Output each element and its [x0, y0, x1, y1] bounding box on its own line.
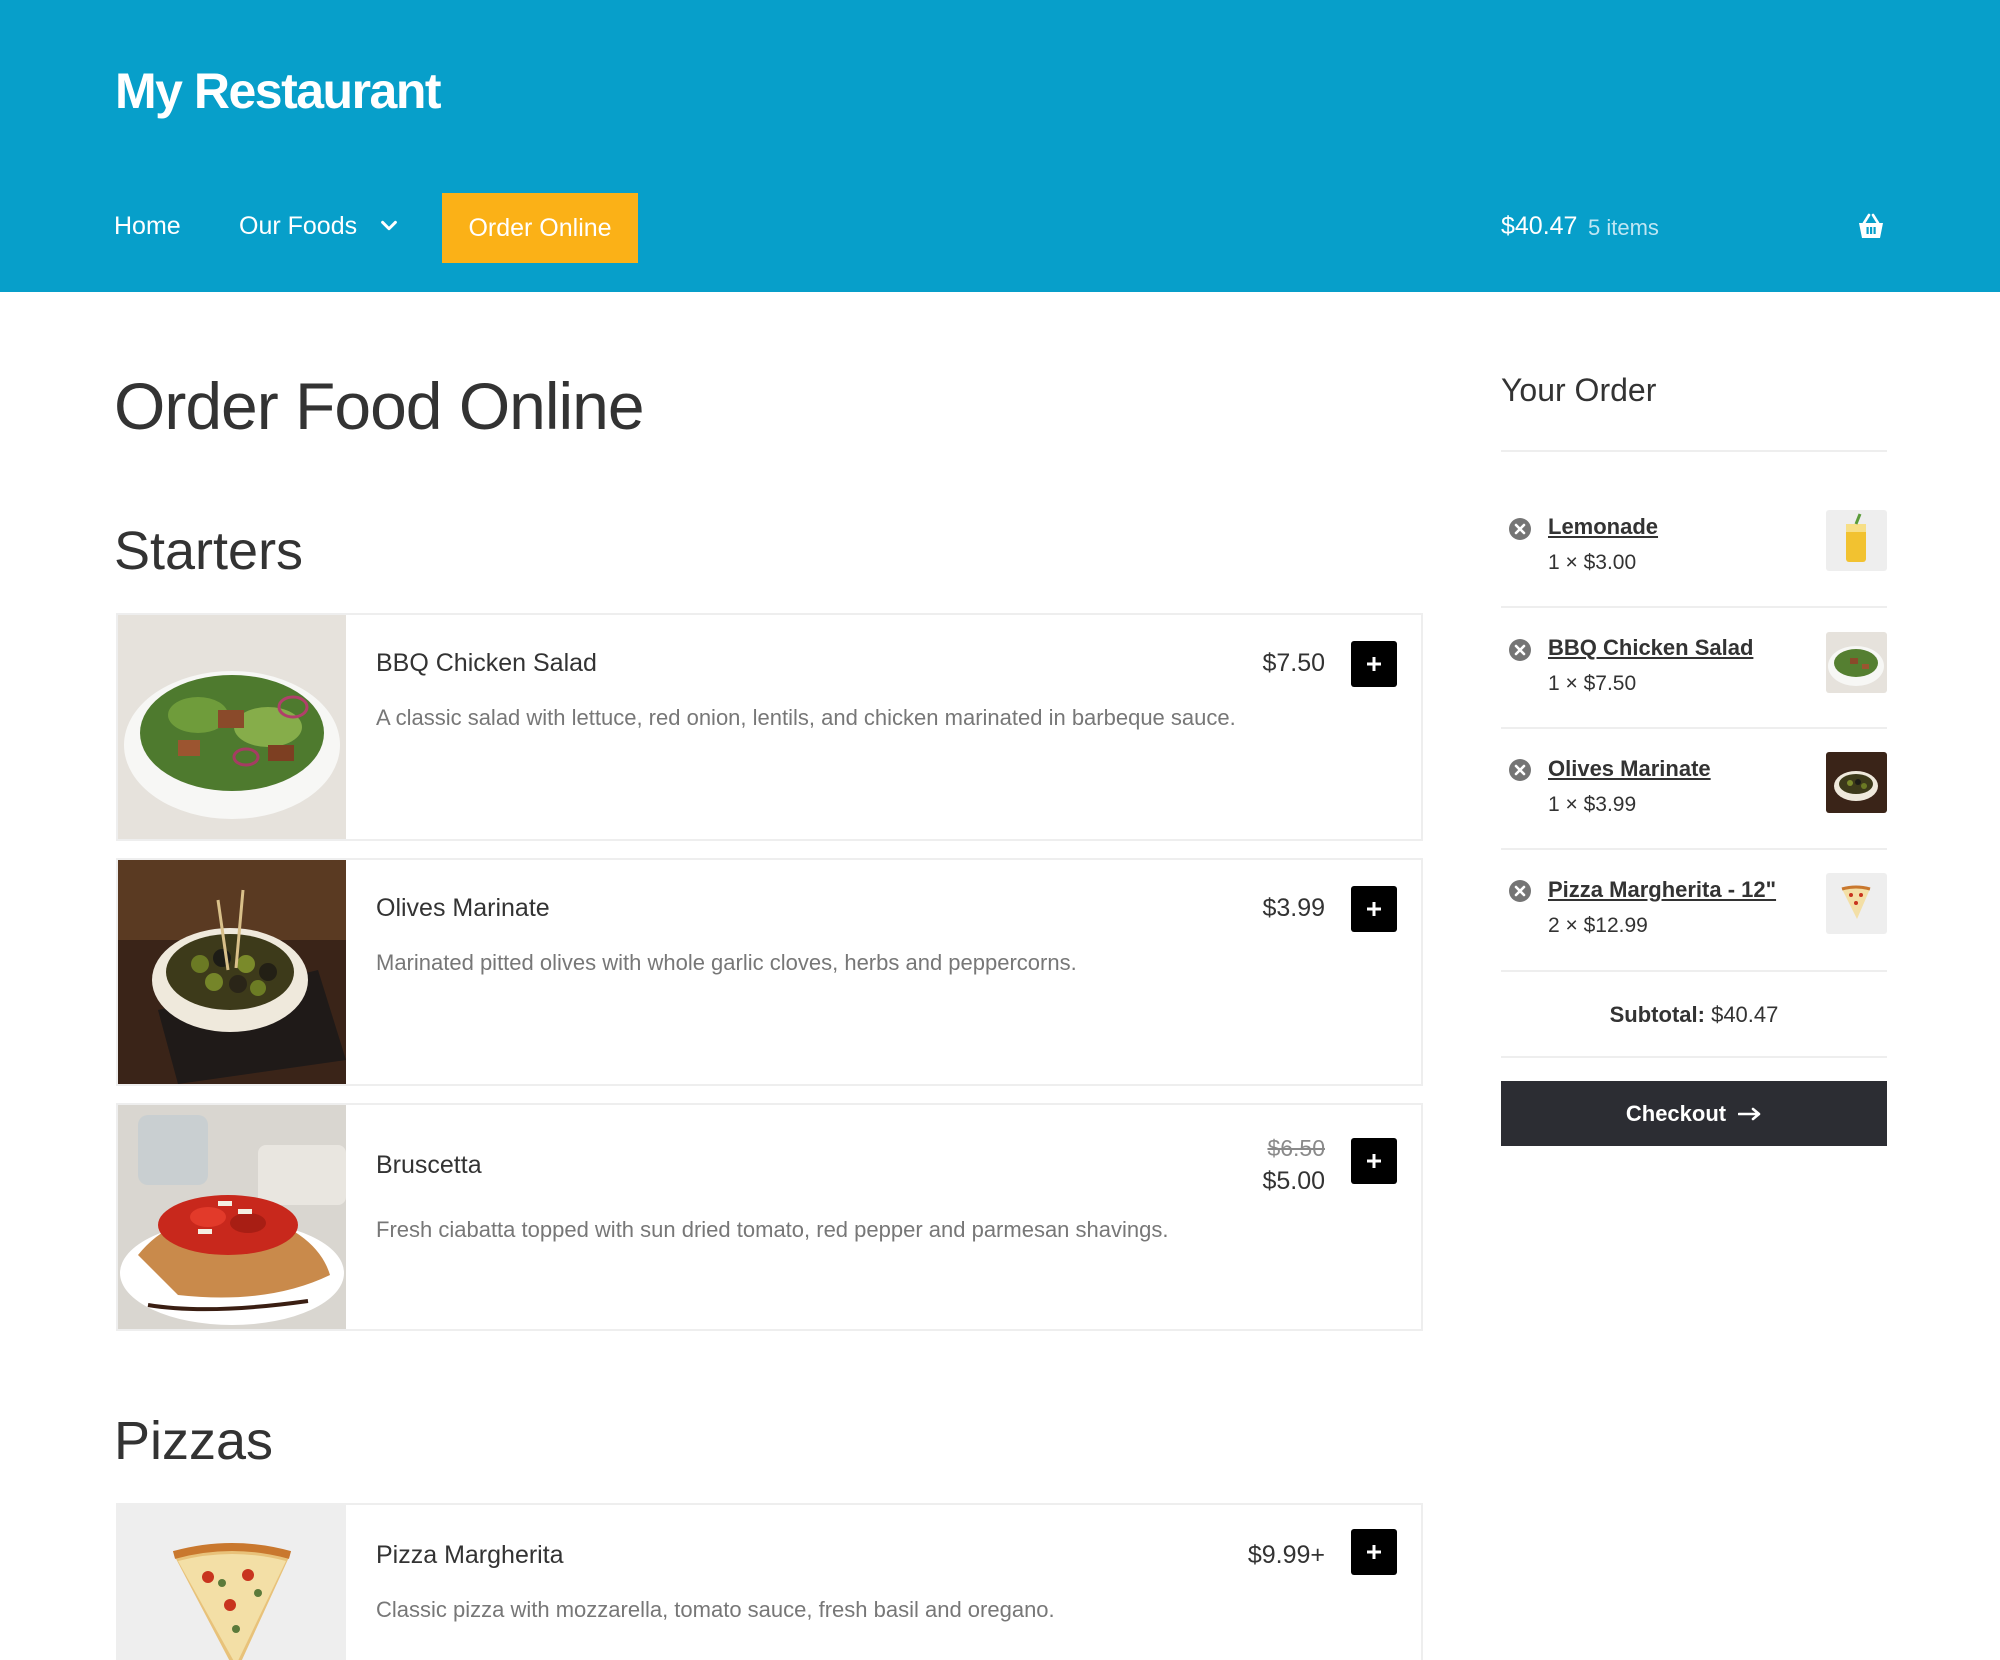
- food-image: [118, 1505, 346, 1660]
- plus-icon: [1367, 657, 1381, 671]
- menu-item-old-price: $6.50: [1267, 1135, 1325, 1161]
- cart-item-count[interactable]: 5 items: [1588, 215, 1659, 241]
- remove-icon[interactable]: [1509, 759, 1531, 781]
- order-item-quantity: 1 × $3.99: [1548, 793, 1637, 816]
- nav-home[interactable]: Home: [114, 212, 181, 241]
- add-to-order-button[interactable]: [1351, 641, 1397, 687]
- menu-item-description: A classic salad with lettuce, red onion,…: [376, 705, 1236, 730]
- remove-icon[interactable]: [1509, 639, 1531, 661]
- menu-item-description: Fresh ciabatta topped with sun dried tom…: [376, 1217, 1169, 1242]
- menu-item-price: $9.99+: [1247, 1541, 1325, 1569]
- food-image: [118, 615, 346, 839]
- remove-icon[interactable]: [1509, 880, 1531, 902]
- menu-item-price: $5.00: [1262, 1167, 1325, 1195]
- chevron-down-icon[interactable]: [378, 215, 400, 237]
- plus-icon: [1367, 1545, 1381, 1559]
- section-title-pizzas: Pizzas: [114, 1411, 274, 1471]
- menu-item-name: Pizza Margherita: [376, 1541, 564, 1569]
- basket-icon[interactable]: [1856, 212, 1886, 240]
- order-item-name[interactable]: Olives Marinate: [1548, 756, 1711, 782]
- subtotal-label: Subtotal:: [1609, 1002, 1705, 1027]
- divider: [1501, 450, 1887, 452]
- divider: [1501, 606, 1887, 608]
- divider: [1501, 848, 1887, 850]
- order-item-thumbnail: [1826, 510, 1887, 571]
- nav-order-online[interactable]: Order Online: [442, 193, 638, 263]
- site-header: My Restaurant Home Our Foods Order Onlin…: [0, 0, 2000, 292]
- order-item-quantity: 1 × $3.00: [1548, 551, 1637, 574]
- checkout-button[interactable]: Checkout: [1501, 1081, 1887, 1146]
- remove-icon[interactable]: [1509, 518, 1531, 540]
- order-item-name[interactable]: Pizza Margherita - 12": [1548, 877, 1776, 903]
- order-item-thumbnail: [1826, 752, 1887, 813]
- order-item-quantity: 1 × $7.50: [1548, 672, 1637, 695]
- arrow-right-icon: [1738, 1107, 1761, 1120]
- page-title: Order Food Online: [114, 369, 645, 443]
- add-to-order-button[interactable]: [1351, 1138, 1397, 1184]
- menu-item-card: BBQ Chicken Salad A classic salad with l…: [116, 613, 1423, 841]
- menu-item-card: Pizza Margherita Classic pizza with mozz…: [116, 1503, 1423, 1660]
- divider: [1501, 970, 1887, 972]
- menu-item-card: Bruscetta Fresh ciabatta topped with sun…: [116, 1103, 1423, 1331]
- menu-item-name: Olives Marinate: [376, 894, 550, 922]
- add-to-order-button[interactable]: [1351, 886, 1397, 932]
- plus-icon: [1367, 1154, 1381, 1168]
- menu-item-description: Classic pizza with mozzarella, tomato sa…: [376, 1597, 1055, 1622]
- section-title-starters: Starters: [114, 521, 304, 581]
- plus-icon: [1367, 902, 1381, 916]
- cart-total[interactable]: $40.47: [1501, 212, 1577, 241]
- menu-item-price: $7.50: [1262, 649, 1325, 677]
- subtotal-value: $40.47: [1711, 1002, 1779, 1027]
- divider: [1501, 727, 1887, 729]
- order-item-thumbnail: [1826, 632, 1887, 693]
- order-item-name[interactable]: BBQ Chicken Salad: [1548, 635, 1753, 661]
- menu-item-card: Olives Marinate Marinated pitted olives …: [116, 858, 1423, 1086]
- nav-our-foods[interactable]: Our Foods: [239, 212, 357, 241]
- menu-item-price: $3.99: [1262, 894, 1325, 922]
- add-to-order-button[interactable]: [1351, 1529, 1397, 1575]
- menu-item-name: BBQ Chicken Salad: [376, 649, 597, 677]
- order-sidebar-title: Your Order: [1501, 372, 1657, 408]
- order-item-name[interactable]: Lemonade: [1548, 514, 1658, 540]
- food-image: [118, 1105, 346, 1329]
- order-item-thumbnail: [1826, 873, 1887, 934]
- menu-item-description: Marinated pitted olives with whole garli…: [376, 950, 1077, 975]
- divider: [1501, 1056, 1887, 1058]
- order-subtotal: Subtotal: $40.47: [1501, 1002, 1887, 1028]
- order-item-quantity: 2 × $12.99: [1548, 914, 1648, 937]
- food-image: [118, 860, 346, 1084]
- site-title[interactable]: My Restaurant: [115, 62, 442, 120]
- menu-item-name: Bruscetta: [376, 1151, 482, 1179]
- checkout-label: Checkout: [1625, 1100, 1727, 1126]
